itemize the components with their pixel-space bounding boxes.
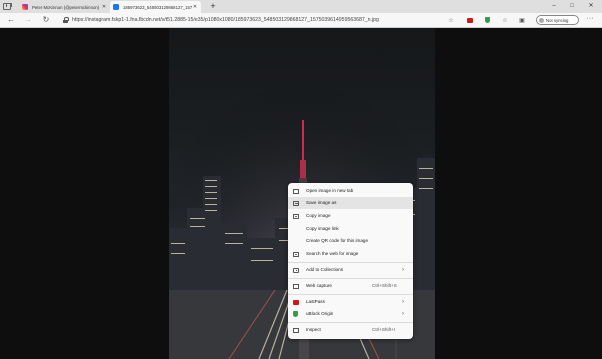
shortcut-label: Ctrl+Shift+I (372, 327, 395, 332)
refresh-button[interactable]: ↻ (41, 15, 51, 25)
back-button[interactable]: ← (6, 15, 16, 25)
copy-image-icon (293, 213, 299, 219)
forward-button[interactable]: → (23, 15, 33, 25)
toolbar: ← → ↻ https://instagram.fskp1-1.fna.fbcd… (0, 13, 602, 28)
menu-item-copy-image-link[interactable]: Copy image link (288, 223, 413, 235)
menu-item-web-capture[interactable]: Web capture Ctrl+Shift+S (288, 280, 413, 292)
menu-item-open-image-new-tab[interactable]: Open image in new tab (288, 185, 413, 197)
lastpass-icon (293, 299, 299, 305)
favorite-star-icon[interactable]: ☆ (446, 15, 456, 25)
tab-instagram[interactable]: Peter McKinnon (@petermckinnon) ✕ (19, 1, 110, 13)
chevron-right-icon: › (402, 299, 404, 305)
chevron-right-icon: › (402, 267, 404, 273)
menu-item-search-web-image[interactable]: Search the web for image (288, 248, 413, 260)
minimize-button[interactable]: – (547, 0, 561, 13)
tab-strip: Peter McKinnon (@petermckinnon) ✕ 185973… (0, 0, 602, 13)
search-image-icon (293, 251, 299, 257)
page-content: Open image in new tab Save image as Copy… (0, 28, 602, 359)
facebook-icon (113, 4, 119, 10)
workspaces-icon[interactable] (3, 3, 12, 10)
sync-status-label: Not syncing (546, 17, 569, 23)
collections-icon (293, 267, 299, 273)
instagram-icon (22, 4, 28, 10)
tab-title: Peter McKinnon (@petermckinnon) (32, 4, 100, 10)
shortcut-label: Ctrl+Shift+S (372, 283, 397, 288)
close-window-button[interactable]: ✕ (584, 0, 598, 13)
menu-item-copy-image[interactable]: Copy image (288, 210, 413, 222)
lastpass-extension-icon[interactable] (465, 15, 475, 25)
address-bar[interactable]: https://instagram.fskp1-1.fna.fbcdn.net/… (72, 15, 436, 26)
menu-item-ublock-origin[interactable]: uBlock Origin › (288, 308, 413, 320)
ublock-icon (293, 311, 298, 317)
tab-image[interactable]: 185973623_548503129868127_15750396149595… (110, 1, 201, 13)
menu-item-inspect[interactable]: Inspect Ctrl+Shift+I (288, 324, 413, 336)
collections-icon[interactable]: ▣ (517, 15, 527, 25)
inspect-icon (293, 327, 299, 333)
tab-title: 185973623_548503129868127_15750396149595 (123, 4, 192, 10)
new-tab-button[interactable]: + (208, 1, 218, 11)
menu-item-lastpass[interactable]: LastPass › (288, 296, 413, 308)
menu-divider (288, 262, 413, 263)
lock-icon[interactable] (63, 17, 69, 23)
menu-divider (288, 278, 413, 279)
profile-button[interactable]: Not syncing (536, 15, 579, 25)
favorites-icon[interactable]: ☆ (500, 15, 510, 25)
menu-divider (288, 294, 413, 295)
web-capture-icon (293, 283, 299, 289)
menu-divider (288, 322, 413, 323)
menu-item-save-image-as[interactable]: Save image as (288, 197, 413, 209)
context-menu: Open image in new tab Save image as Copy… (288, 183, 413, 339)
maximize-button[interactable]: □ (565, 0, 579, 13)
chevron-right-icon: › (402, 311, 404, 317)
avatar (539, 17, 544, 23)
save-icon (293, 200, 299, 206)
menu-item-create-qr-code[interactable]: Create QR code for this image (288, 235, 413, 247)
close-icon[interactable]: ✕ (101, 4, 107, 10)
open-new-tab-icon (293, 188, 299, 194)
menu-item-add-to-collections[interactable]: Add to Collections › (288, 264, 413, 276)
ublock-extension-icon[interactable] (482, 15, 492, 25)
close-icon[interactable]: ✕ (192, 4, 198, 10)
more-menu-icon[interactable]: ··· (584, 15, 596, 25)
